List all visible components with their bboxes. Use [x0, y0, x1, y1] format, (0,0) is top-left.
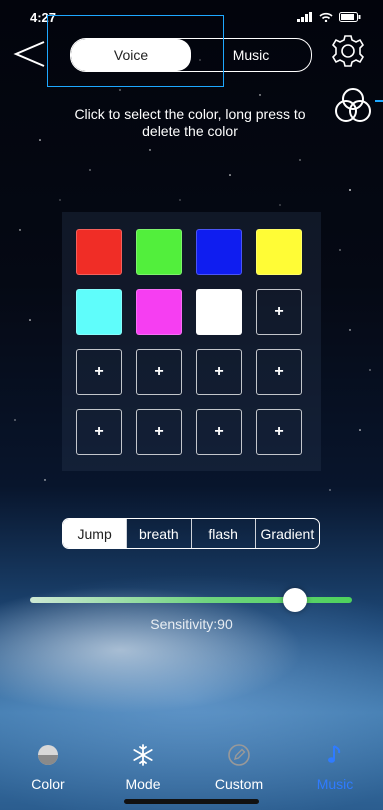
edit-icon — [228, 744, 250, 766]
mode-flash[interactable]: flash — [190, 519, 255, 548]
sensitivity-slider-thumb[interactable] — [282, 588, 307, 612]
gear-icon[interactable] — [330, 33, 366, 69]
color-swatch-blue[interactable] — [196, 229, 242, 275]
mode-gradient[interactable]: Gradient — [254, 519, 319, 548]
add-color-button[interactable]: + — [76, 349, 122, 395]
color-swatch-green[interactable] — [136, 229, 182, 275]
add-color-button[interactable]: + — [256, 289, 302, 335]
color-rings-icon[interactable] — [331, 84, 375, 128]
color-swatch-magenta[interactable] — [136, 289, 182, 335]
snowflake-icon — [133, 744, 153, 766]
tab-color[interactable]: Color — [3, 740, 93, 792]
home-indicator — [124, 799, 259, 804]
music-note-icon — [328, 745, 341, 763]
tab-music-bottom[interactable]: Music — [290, 740, 380, 792]
wifi-icon — [319, 12, 333, 22]
color-swatch-yellow[interactable] — [256, 229, 302, 275]
mode-jump[interactable]: Jump — [63, 519, 127, 548]
color-icon — [38, 745, 58, 765]
add-color-button[interactable]: + — [196, 349, 242, 395]
color-swatch-cyan[interactable] — [76, 289, 122, 335]
add-color-button[interactable]: + — [196, 409, 242, 455]
effect-mode-switch: Jump breath flash Gradient — [62, 518, 320, 549]
add-color-button[interactable]: + — [76, 409, 122, 455]
add-color-button[interactable]: + — [256, 349, 302, 395]
tab-custom[interactable]: Custom — [194, 740, 284, 792]
signal-icon — [297, 12, 312, 22]
color-grid: + + + + + + + + + — [62, 212, 321, 471]
back-arrow-icon[interactable] — [12, 36, 48, 72]
color-swatch-red[interactable] — [76, 229, 122, 275]
mode-breath[interactable]: breath — [126, 519, 190, 548]
color-swatch-white[interactable] — [196, 289, 242, 335]
highlight-box — [47, 15, 224, 87]
tab-mode[interactable]: Mode — [98, 740, 188, 792]
add-color-button[interactable]: + — [256, 409, 302, 455]
add-color-button[interactable]: + — [136, 409, 182, 455]
callout-line — [375, 100, 383, 102]
battery-icon — [339, 12, 361, 22]
add-color-button[interactable]: + — [136, 349, 182, 395]
instruction-text: Click to select the color, long press to… — [74, 106, 306, 139]
sensitivity-label: Sensitivity:90 — [150, 616, 233, 632]
